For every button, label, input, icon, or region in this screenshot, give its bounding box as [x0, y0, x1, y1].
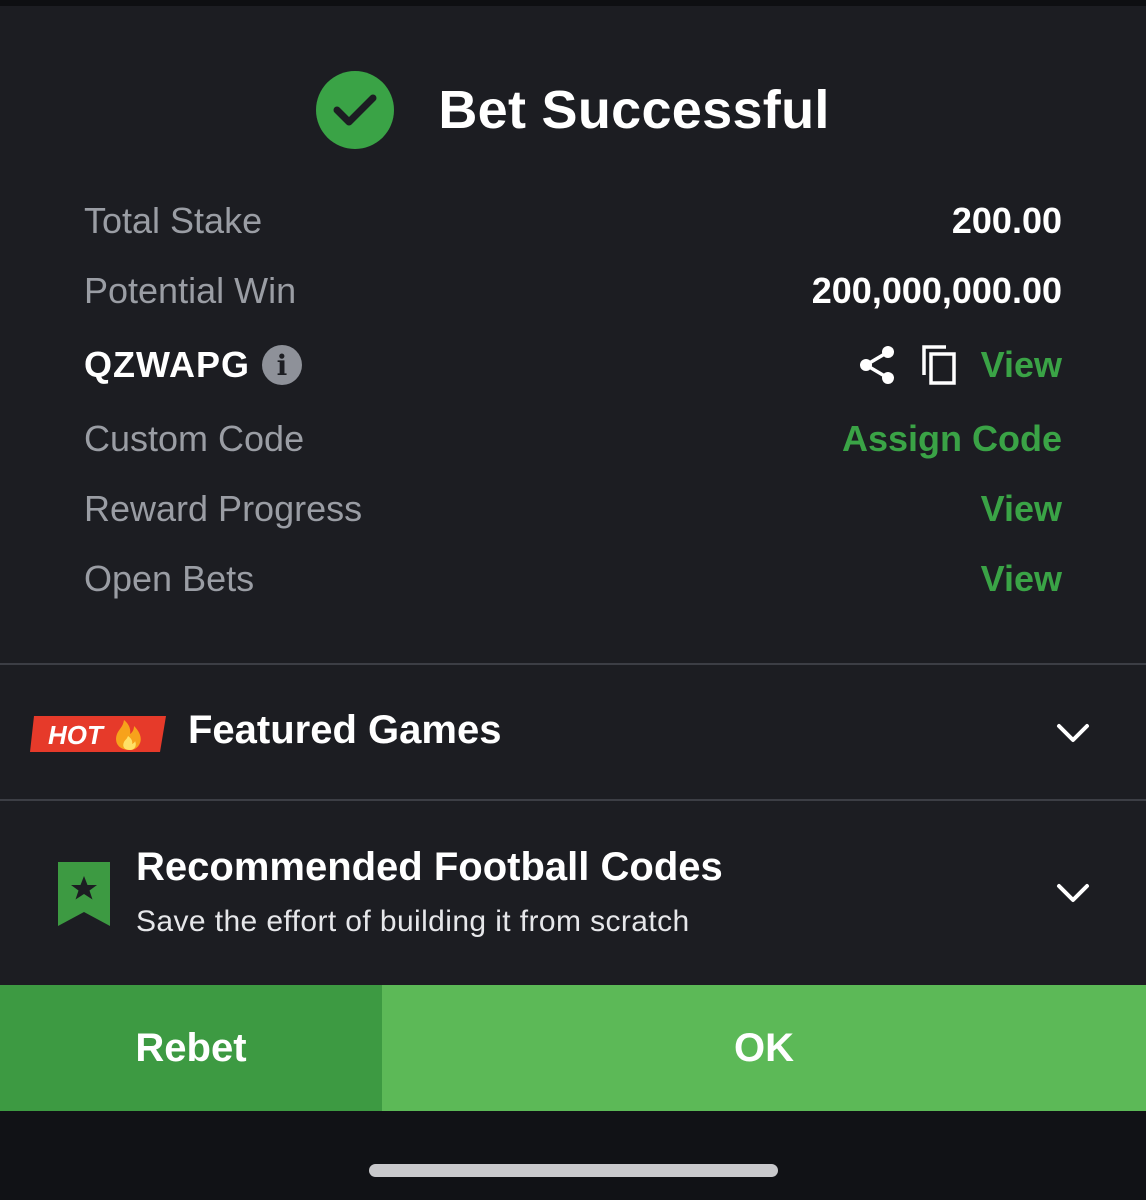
- recommended-codes-subtitle: Save the effort of building it from scra…: [136, 905, 690, 938]
- open-bets-label: Open Bets: [84, 558, 255, 599]
- page-title: Bet Successful: [438, 80, 830, 140]
- reward-progress-row: Reward Progress View: [84, 474, 1062, 544]
- total-stake-row: Total Stake 200.00: [84, 186, 1062, 256]
- rebet-button[interactable]: Rebet: [0, 985, 382, 1111]
- info-icon[interactable]: i: [262, 345, 302, 385]
- bottom-safe-area: [0, 1111, 1146, 1200]
- chevron-down-icon[interactable]: [1056, 882, 1090, 904]
- hot-badge-label: HOT: [48, 720, 105, 750]
- featured-games-title[interactable]: Featured Games: [188, 708, 501, 753]
- potential-win-row: Potential Win 200,000,000.00: [84, 256, 1062, 326]
- copy-icon[interactable]: [919, 343, 959, 387]
- chevron-down-icon[interactable]: [1056, 722, 1090, 744]
- ok-button[interactable]: OK: [382, 985, 1146, 1111]
- reward-progress-label: Reward Progress: [84, 488, 363, 529]
- view-reward-progress-link[interactable]: View: [981, 488, 1062, 530]
- open-bets-row: Open Bets View: [84, 544, 1062, 614]
- view-open-bets-link[interactable]: View: [981, 558, 1062, 600]
- check-circle-icon: [316, 71, 395, 149]
- potential-win-label: Potential Win: [84, 270, 297, 311]
- booking-code-actions: View: [857, 343, 1062, 387]
- top-strip: [0, 0, 1146, 6]
- potential-win-value: 200,000,000.00: [811, 270, 1062, 311]
- booking-code-row: QZWAPG i View: [84, 326, 1062, 404]
- bet-success-header: Bet Successful: [0, 70, 1146, 150]
- view-booking-link[interactable]: View: [981, 344, 1062, 386]
- bet-summary: Total Stake 200.00 Potential Win 200,000…: [84, 186, 1062, 614]
- booking-code: QZWAPG i: [84, 344, 302, 386]
- home-indicator[interactable]: [369, 1164, 778, 1177]
- custom-code-label: Custom Code: [84, 418, 305, 459]
- total-stake-label: Total Stake: [84, 200, 263, 241]
- share-icon[interactable]: [857, 343, 897, 387]
- assign-code-link[interactable]: Assign Code: [842, 418, 1062, 460]
- custom-code-row: Custom Code Assign Code: [84, 404, 1062, 474]
- divider: [0, 799, 1146, 801]
- booking-code-value: QZWAPG: [84, 344, 250, 385]
- hot-badge: HOT: [30, 716, 166, 752]
- total-stake-value: 200.00: [951, 200, 1062, 241]
- recommended-codes-title[interactable]: Recommended Football Codes: [136, 845, 723, 890]
- divider: [0, 663, 1146, 665]
- bookmark-star-icon: [58, 862, 110, 926]
- action-buttons: Rebet OK: [0, 985, 1146, 1111]
